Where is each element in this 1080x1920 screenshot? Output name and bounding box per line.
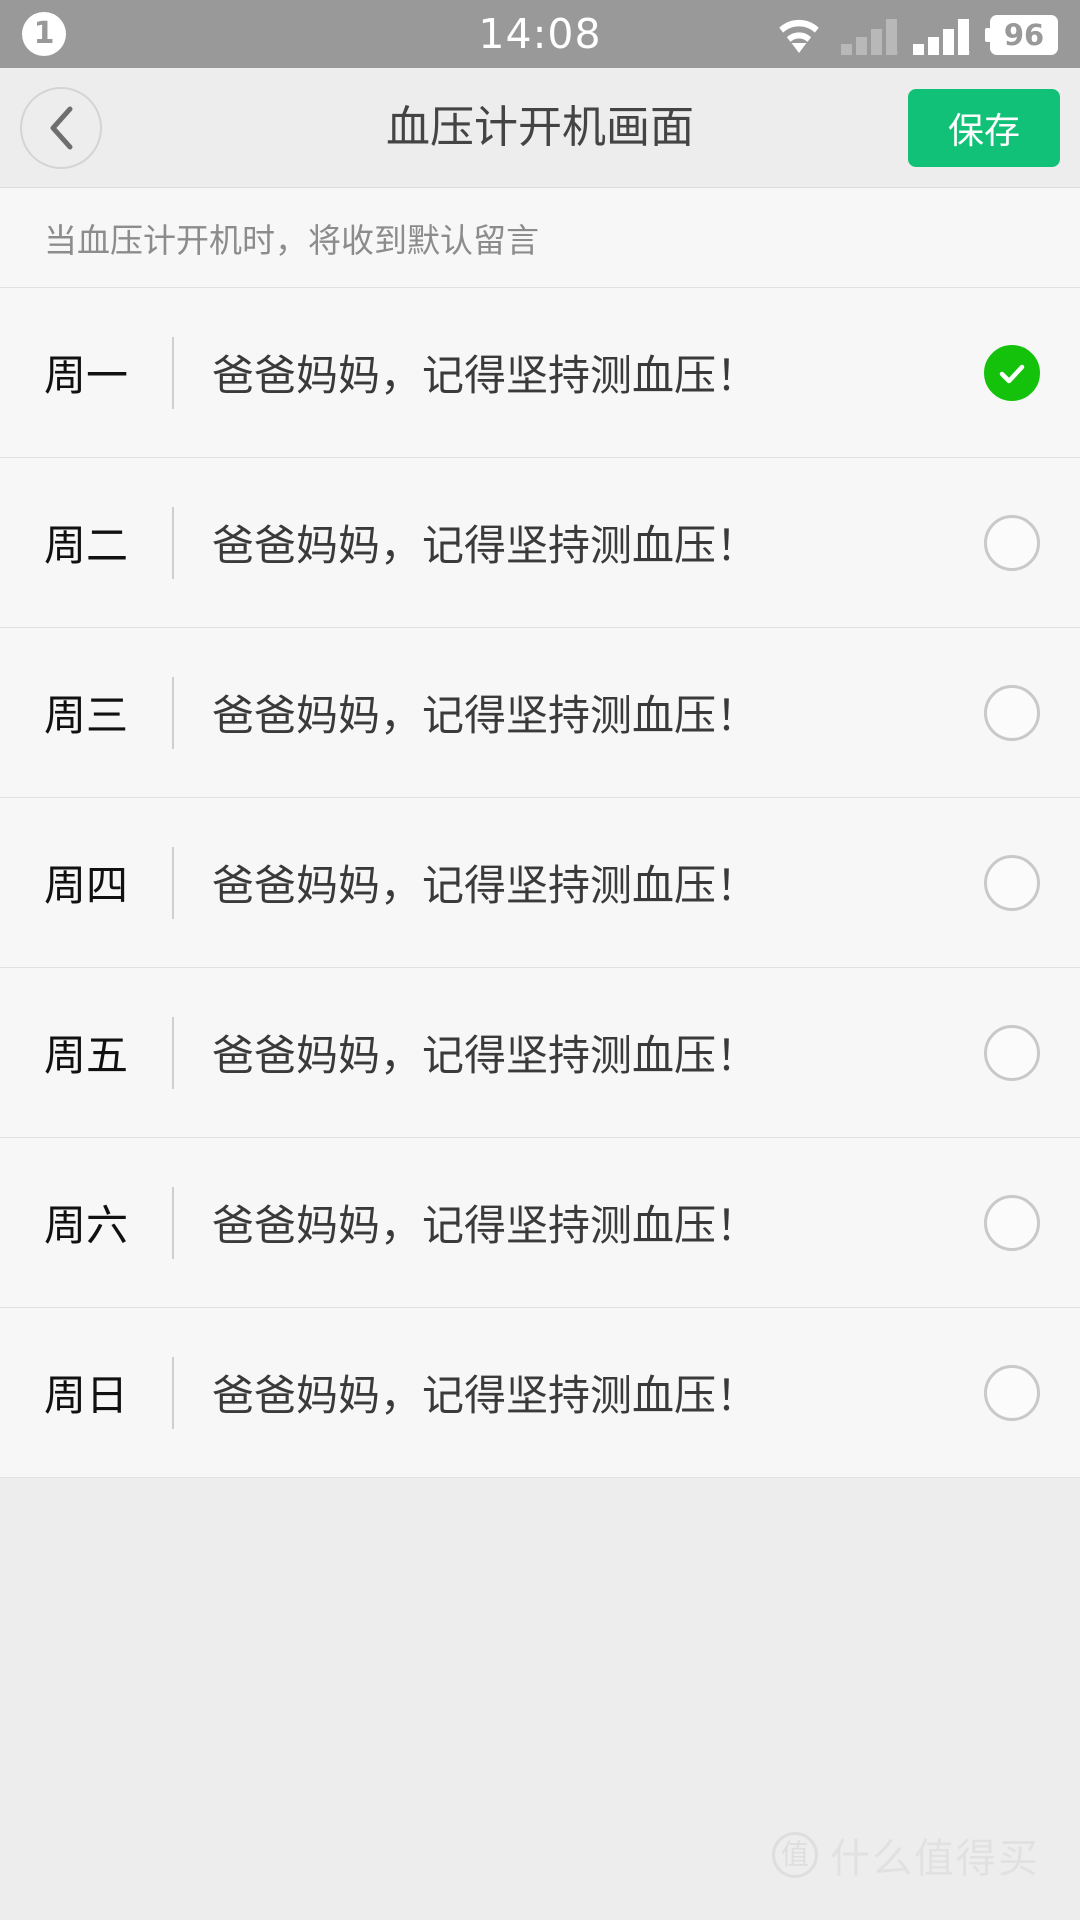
radio-empty-icon[interactable]	[984, 1024, 1040, 1081]
table-row[interactable]: 周一 爸爸妈妈，记得坚持测血压！	[0, 288, 1080, 458]
table-row[interactable]: 周六 爸爸妈妈，记得坚持测血压！	[0, 1138, 1080, 1308]
row-day-label: 周一	[44, 351, 129, 400]
battery-icon: 96	[985, 15, 1058, 55]
hint-text: 当血压计开机时，将收到默认留言	[44, 220, 539, 260]
watermark-badge-icon: 值	[772, 1832, 818, 1878]
row-divider	[172, 506, 174, 579]
table-row[interactable]: 周四 爸爸妈妈，记得坚持测血压！	[0, 798, 1080, 968]
app-screen: 1 14:08 1 2 96 血压计开机画面 保存 当血压计开机时，将收到默认留…	[0, 0, 1080, 1920]
bottom-area: 值 什么值得买	[0, 1478, 1080, 1920]
row-divider	[172, 676, 174, 749]
radio-empty-icon[interactable]	[984, 684, 1040, 741]
save-button[interactable]: 保存	[908, 88, 1060, 167]
signal-sim2-label: 2	[956, 35, 971, 59]
watermark-text: 什么值得买	[830, 1836, 1040, 1882]
row-day-label: 周日	[44, 1371, 129, 1420]
row-message-text: 爸爸妈妈，记得坚持测血压！	[212, 861, 759, 910]
wifi-icon	[773, 13, 825, 55]
chevron-left-icon	[44, 103, 78, 153]
row-message-text: 爸爸妈妈，记得坚持测血压！	[212, 521, 759, 570]
row-divider	[172, 1356, 174, 1429]
radio-empty-icon[interactable]	[984, 1364, 1040, 1421]
back-button[interactable]	[20, 86, 102, 169]
table-row[interactable]: 周日 爸爸妈妈，记得坚持测血压！	[0, 1308, 1080, 1478]
radio-empty-icon[interactable]	[984, 514, 1040, 571]
row-day-label: 周五	[44, 1031, 129, 1080]
row-divider	[172, 1016, 174, 1089]
watermark: 值 什么值得买	[772, 1826, 1040, 1884]
signal-bars-sim1: 1	[841, 17, 899, 59]
row-day-label: 周四	[44, 861, 129, 910]
signal-bars-sim2: 2	[913, 17, 971, 59]
table-row[interactable]: 周五 爸爸妈妈，记得坚持测血压！	[0, 968, 1080, 1138]
status-indicators: 1 2 96	[773, 13, 1058, 59]
check-circle-icon[interactable]	[984, 344, 1040, 401]
row-day-label: 周三	[44, 691, 129, 740]
row-message-text: 爸爸妈妈，记得坚持测血压！	[212, 691, 759, 740]
row-day-label: 周六	[44, 1201, 129, 1250]
radio-empty-icon[interactable]	[984, 1194, 1040, 1251]
row-divider	[172, 336, 174, 409]
row-message-text: 爸爸妈妈，记得坚持测血压！	[212, 1201, 759, 1250]
hint-section: 当血压计开机时，将收到默认留言	[0, 188, 1080, 288]
battery-level: 96	[990, 15, 1058, 55]
row-message-text: 爸爸妈妈，记得坚持测血压！	[212, 1371, 759, 1420]
radio-empty-icon[interactable]	[984, 854, 1040, 911]
row-message-text: 爸爸妈妈，记得坚持测血压！	[212, 1031, 759, 1080]
table-row[interactable]: 周三 爸爸妈妈，记得坚持测血压！	[0, 628, 1080, 798]
row-message-text: 爸爸妈妈，记得坚持测血压！	[212, 351, 759, 400]
header-bar: 血压计开机画面 保存	[0, 68, 1080, 188]
table-row[interactable]: 周二 爸爸妈妈，记得坚持测血压！	[0, 458, 1080, 628]
row-divider	[172, 1186, 174, 1259]
status-bar: 1 14:08 1 2 96	[0, 0, 1080, 68]
row-divider	[172, 846, 174, 919]
row-day-label: 周二	[44, 521, 129, 570]
signal-sim1-label: 1	[884, 35, 899, 59]
weekday-message-list: 周一 爸爸妈妈，记得坚持测血压！ 周二 爸爸妈妈，记得坚持测血压！ 周三 爸爸妈妈，记得坚…	[0, 288, 1080, 1478]
